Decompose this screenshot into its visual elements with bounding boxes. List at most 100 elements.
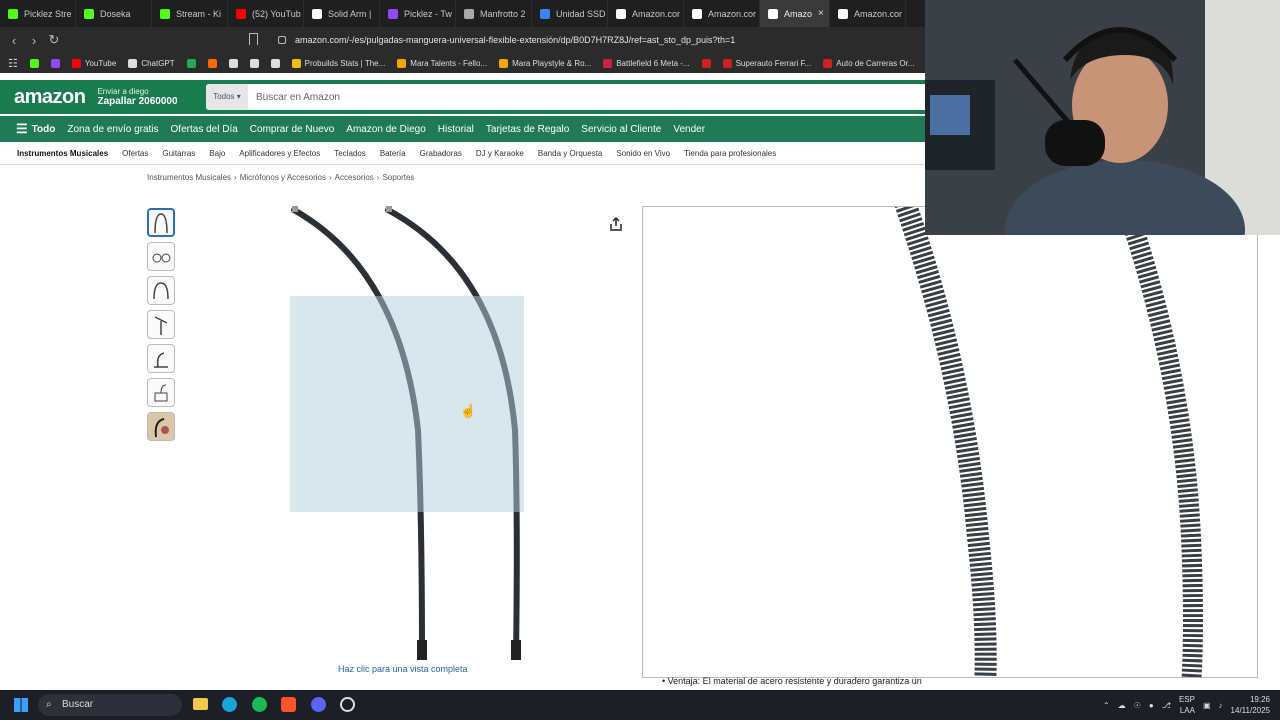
subnav-item[interactable]: Batería [380,149,406,158]
tray-chevron-icon[interactable]: ⌃ [1103,701,1110,710]
obs-icon[interactable] [340,697,355,712]
nav-item[interactable]: Vender [673,124,705,135]
search-category-select[interactable]: Todos ▾ [206,84,248,110]
forward-icon[interactable]: › [24,33,44,48]
breadcrumb-link[interactable]: Instrumentos Musicales [147,173,231,182]
thumbnail-7[interactable] [147,412,175,441]
bookmark-favicon-icon [701,58,711,68]
nav-item[interactable]: Servicio al Cliente [581,124,661,135]
url-text: amazon.com/-/es/pulgadas-manguera-univer… [295,35,736,45]
browser-tab[interactable]: Amazo × [760,0,830,27]
subnav-item[interactable]: Grabadoras [420,149,462,158]
bookmark-item[interactable]: Probuilds Stats | The... [291,58,385,68]
all-menu-button[interactable]: ☰ Todo [16,121,55,137]
spotify-icon[interactable] [252,697,267,712]
subnav-item[interactable]: Banda y Orquesta [538,149,602,158]
bookmark-item[interactable] [29,58,39,68]
breadcrumb-link[interactable]: Soportes [382,173,414,182]
windows-start-icon[interactable] [14,698,28,712]
subnav-item[interactable]: Ofertas [122,149,148,158]
url-field[interactable]: amazon.com/-/es/pulgadas-manguera-univer… [270,31,920,49]
bookmark-item[interactable]: ChatGPT [128,58,175,68]
breadcrumb-link[interactable]: Accesorios [335,173,374,182]
thumbnail-3[interactable] [147,276,175,305]
thumbnail-4[interactable] [147,310,175,339]
bookmark-favicon-icon [207,58,217,68]
bookmark-icon[interactable] [249,33,258,45]
share-icon[interactable] [609,216,623,237]
browser-tab[interactable]: Amazon.cor [684,0,760,27]
bookmark-item[interactable]: Battlefield 6 Meta -... [603,58,690,68]
tab-label: Picklez - Tw [404,8,452,19]
headset-icon[interactable]: ☉ [1134,701,1141,710]
discord-icon[interactable] [311,697,326,712]
browser-tab[interactable]: Picklez - Tw [380,0,456,27]
zoom-lens [290,296,524,512]
thumbnail-1[interactable] [147,208,175,237]
tab-label: Doseka [100,8,131,19]
browser-tab[interactable]: Picklez Stre [0,0,76,27]
file-explorer-icon[interactable] [193,698,208,710]
breadcrumb-link[interactable]: Micrófonos y Accesorios [240,173,326,182]
search-input[interactable]: Buscar en Amazon [248,92,340,103]
full-view-link[interactable]: Haz clic para una vista completa [338,664,468,674]
subnav-item[interactable]: Sonido en Vivo [616,149,670,158]
bookmark-item[interactable]: Mara Playstyle & Ro... [499,58,591,68]
browser-tab[interactable]: Amazon.cor [830,0,906,27]
subnav-item[interactable]: Bajo [209,149,225,158]
language-indicator[interactable]: ESP LAA [1179,694,1195,716]
bookmark-item[interactable]: Mara Talents - Fello... [397,58,487,68]
bookmark-item[interactable]: Superauto Ferrari F... [722,58,811,68]
subnav-item[interactable]: Guitarras [162,149,195,158]
address-toolbar: ‹ › ↻ amazon.com/-/es/pulgadas-manguera-… [0,27,925,53]
reload-icon[interactable]: ↻ [44,32,64,48]
browser-tab[interactable]: Amazon.cor [608,0,684,27]
subnav-item[interactable]: DJ y Karaoke [476,149,524,158]
amazon-logo[interactable]: amazon [14,86,86,109]
brave-icon[interactable] [281,697,296,712]
bookmark-item[interactable] [270,58,280,68]
bookmark-item[interactable] [50,58,60,68]
tab-close-icon[interactable]: × [818,8,824,19]
volume-icon[interactable]: ♪ [1219,701,1223,710]
nav-item[interactable]: Comprar de Nuevo [250,124,334,135]
subnav-item[interactable]: Tienda para profesionales [684,149,776,158]
taskbar-search[interactable]: ⌕ Buscar [38,694,182,716]
bookmark-item[interactable] [207,58,217,68]
steam-icon[interactable]: ● [1149,701,1154,710]
browser-tab[interactable]: (52) YouTub [228,0,304,27]
onedrive-icon[interactable]: ☁ [1118,701,1126,710]
back-icon[interactable]: ‹ [4,33,24,48]
nav-item[interactable]: Tarjetas de Regalo [486,124,569,135]
bookmark-item[interactable] [249,58,259,68]
subnav-item[interactable]: Instrumentos Musicales [17,149,108,158]
tab-label: Picklez Stre [24,8,72,19]
bookmark-label: Battlefield 6 Meta -... [616,58,690,68]
bookmark-item[interactable]: Auto de Carreras Or... [823,58,914,68]
mic-icon[interactable]: ⎇ [1162,701,1171,710]
apps-grid-icon[interactable]: ☷ [8,57,18,70]
nav-item[interactable]: Historial [438,124,474,135]
thumbnail-5[interactable] [147,344,175,373]
edge-icon[interactable] [222,697,237,712]
bookmark-item[interactable] [228,58,238,68]
nav-item[interactable]: Zona de envío gratis [67,124,158,135]
nav-item[interactable]: Amazon de Diego [346,124,426,135]
browser-tab[interactable]: Stream - Ki [152,0,228,27]
thumbnail-2[interactable] [147,242,175,271]
network-icon[interactable]: ▣ [1203,701,1211,710]
thumbnail-6[interactable] [147,378,175,407]
deliver-to[interactable]: Enviar a diego Zapallar 2060000 [97,87,177,107]
bookmark-item[interactable]: YouTube [71,58,116,68]
browser-tab[interactable]: Unidad SSD [532,0,608,27]
nav-item[interactable]: Ofertas del Día [171,124,238,135]
site-info-icon[interactable] [278,36,286,44]
bookmark-item[interactable] [186,58,196,68]
subnav-item[interactable]: Aplificadores y Efectos [239,149,320,158]
bookmark-item[interactable] [701,58,711,68]
browser-tab[interactable]: Manfrotto 2 [456,0,532,27]
subnav-item[interactable]: Teclados [334,149,366,158]
browser-tab[interactable]: Doseka [76,0,152,27]
browser-tab[interactable]: Solid Arm | [304,0,380,27]
clock[interactable]: 19:26 14/11/2025 [1231,694,1270,716]
